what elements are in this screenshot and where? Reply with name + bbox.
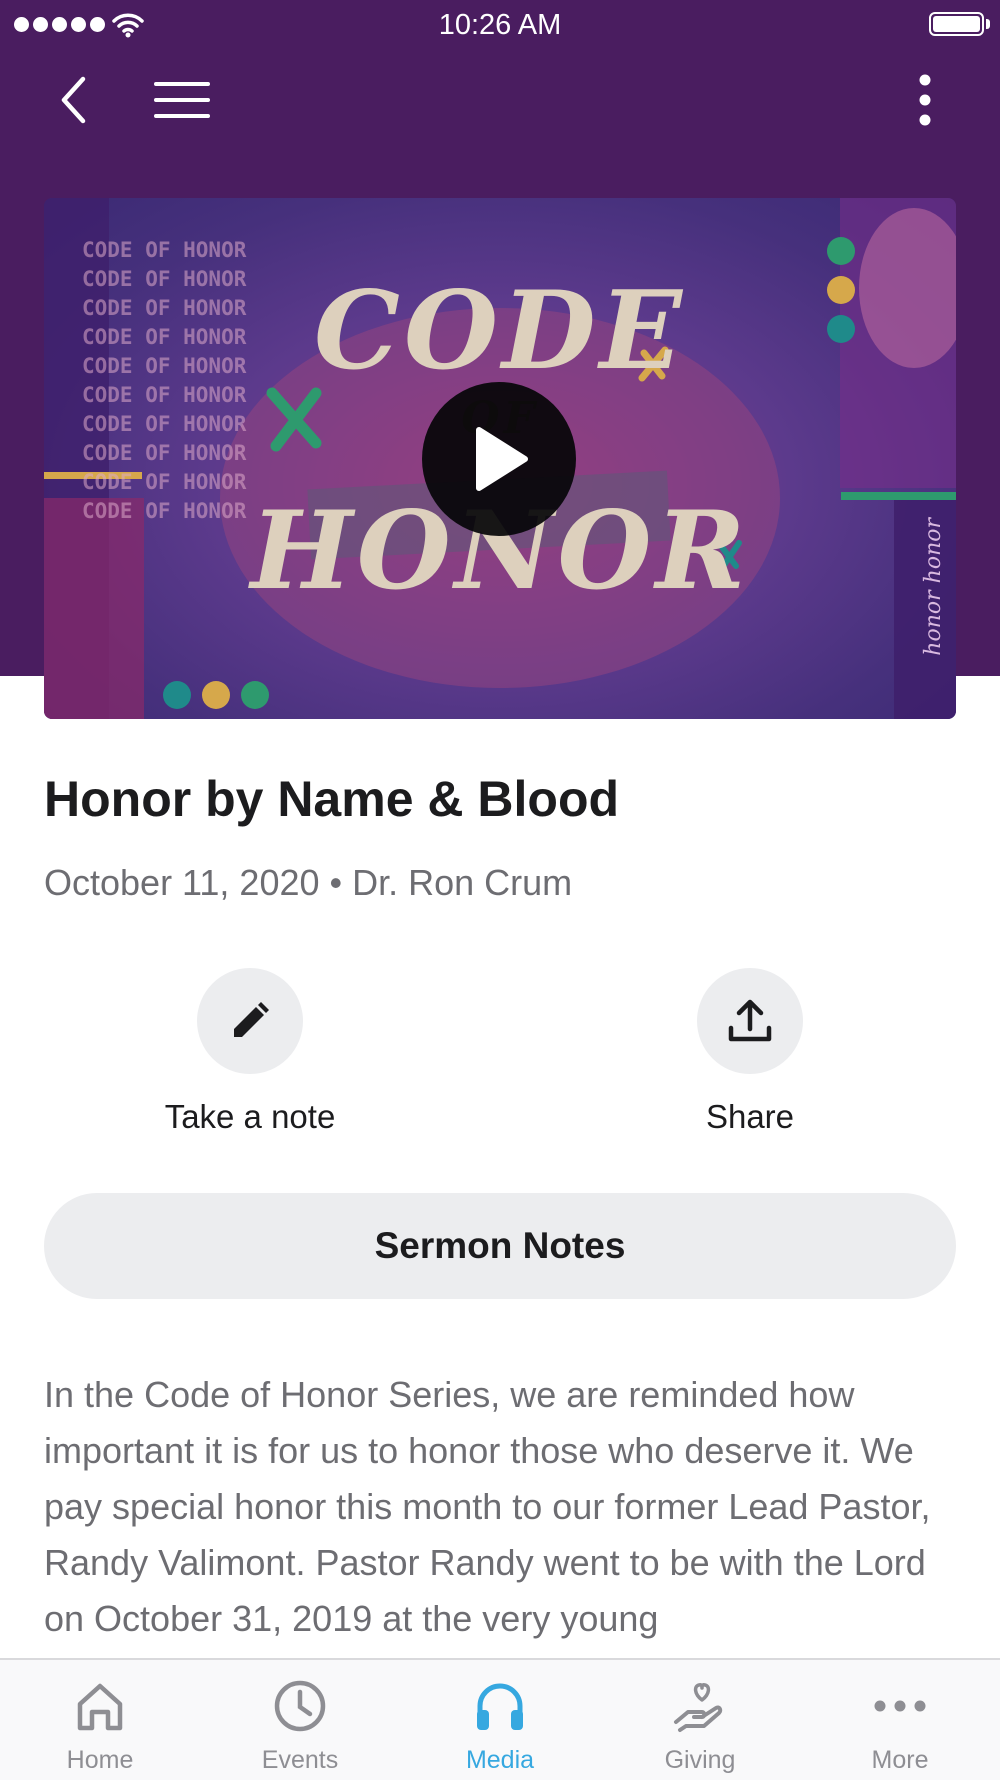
tab-more[interactable]: More bbox=[800, 1660, 1000, 1780]
tab-label: Giving bbox=[664, 1746, 736, 1774]
giving-hand-icon bbox=[674, 1683, 723, 1732]
tab-media[interactable]: Media bbox=[400, 1660, 600, 1780]
tab-label: Media bbox=[465, 1746, 535, 1774]
sermon-meta: October 11, 2020 • Dr. Ron Crum bbox=[44, 862, 573, 903]
share-icon bbox=[728, 999, 772, 1042]
take-note-label: Take a note bbox=[164, 1098, 336, 1135]
tab-events[interactable]: Events bbox=[200, 1660, 400, 1780]
chevron-left-icon bbox=[61, 76, 86, 124]
vertical-dots-icon bbox=[919, 74, 931, 126]
sermon-title: Honor by Name & Blood bbox=[44, 771, 620, 827]
share-circle[interactable] bbox=[697, 968, 803, 1074]
share-label: Share bbox=[705, 1098, 795, 1135]
tab-label: Home bbox=[66, 1746, 134, 1774]
tab-bar: Home Events Media Giving More bbox=[0, 1658, 1000, 1780]
hero-repeat-line: CODE OF HONOR bbox=[82, 238, 247, 262]
overflow-menu-button[interactable] bbox=[895, 70, 955, 130]
sermon-notes-button[interactable]: Sermon Notes bbox=[44, 1193, 956, 1299]
tab-label: More bbox=[871, 1746, 929, 1774]
status-time: 10:26 AM bbox=[438, 9, 562, 41]
back-button[interactable] bbox=[44, 70, 104, 130]
hamburger-menu-icon bbox=[154, 82, 210, 118]
menu-button[interactable] bbox=[152, 70, 212, 130]
clock-icon bbox=[274, 1680, 326, 1732]
play-icon bbox=[476, 427, 528, 491]
tab-home[interactable]: Home bbox=[0, 1660, 200, 1780]
home-icon bbox=[77, 1683, 123, 1731]
sermon-video-thumbnail[interactable]: CODE OF HONOR CODE OF HONOR CODE OF HONO… bbox=[44, 198, 956, 719]
battery-icon bbox=[929, 12, 984, 36]
hero-title-line1: CODE bbox=[313, 268, 686, 394]
play-button[interactable] bbox=[422, 382, 576, 536]
take-note-circle[interactable] bbox=[197, 968, 303, 1074]
headphones-icon bbox=[477, 1683, 523, 1730]
more-dots-icon bbox=[874, 1700, 926, 1712]
tab-giving[interactable]: Giving bbox=[600, 1660, 800, 1780]
hero-side-text: honor honor bbox=[921, 518, 946, 656]
take-note-button[interactable]: Take a note bbox=[100, 968, 400, 1136]
tab-label: Events bbox=[261, 1746, 339, 1774]
sermon-description: In the Code of Honor Series, we are remi… bbox=[44, 1374, 931, 1639]
share-button[interactable]: Share bbox=[600, 968, 900, 1136]
battery-tip bbox=[986, 19, 990, 29]
sermon-notes-label: Sermon Notes bbox=[374, 1225, 626, 1266]
pencil-icon bbox=[234, 1002, 269, 1037]
status-bar: 10:26 AM bbox=[0, 0, 1000, 50]
